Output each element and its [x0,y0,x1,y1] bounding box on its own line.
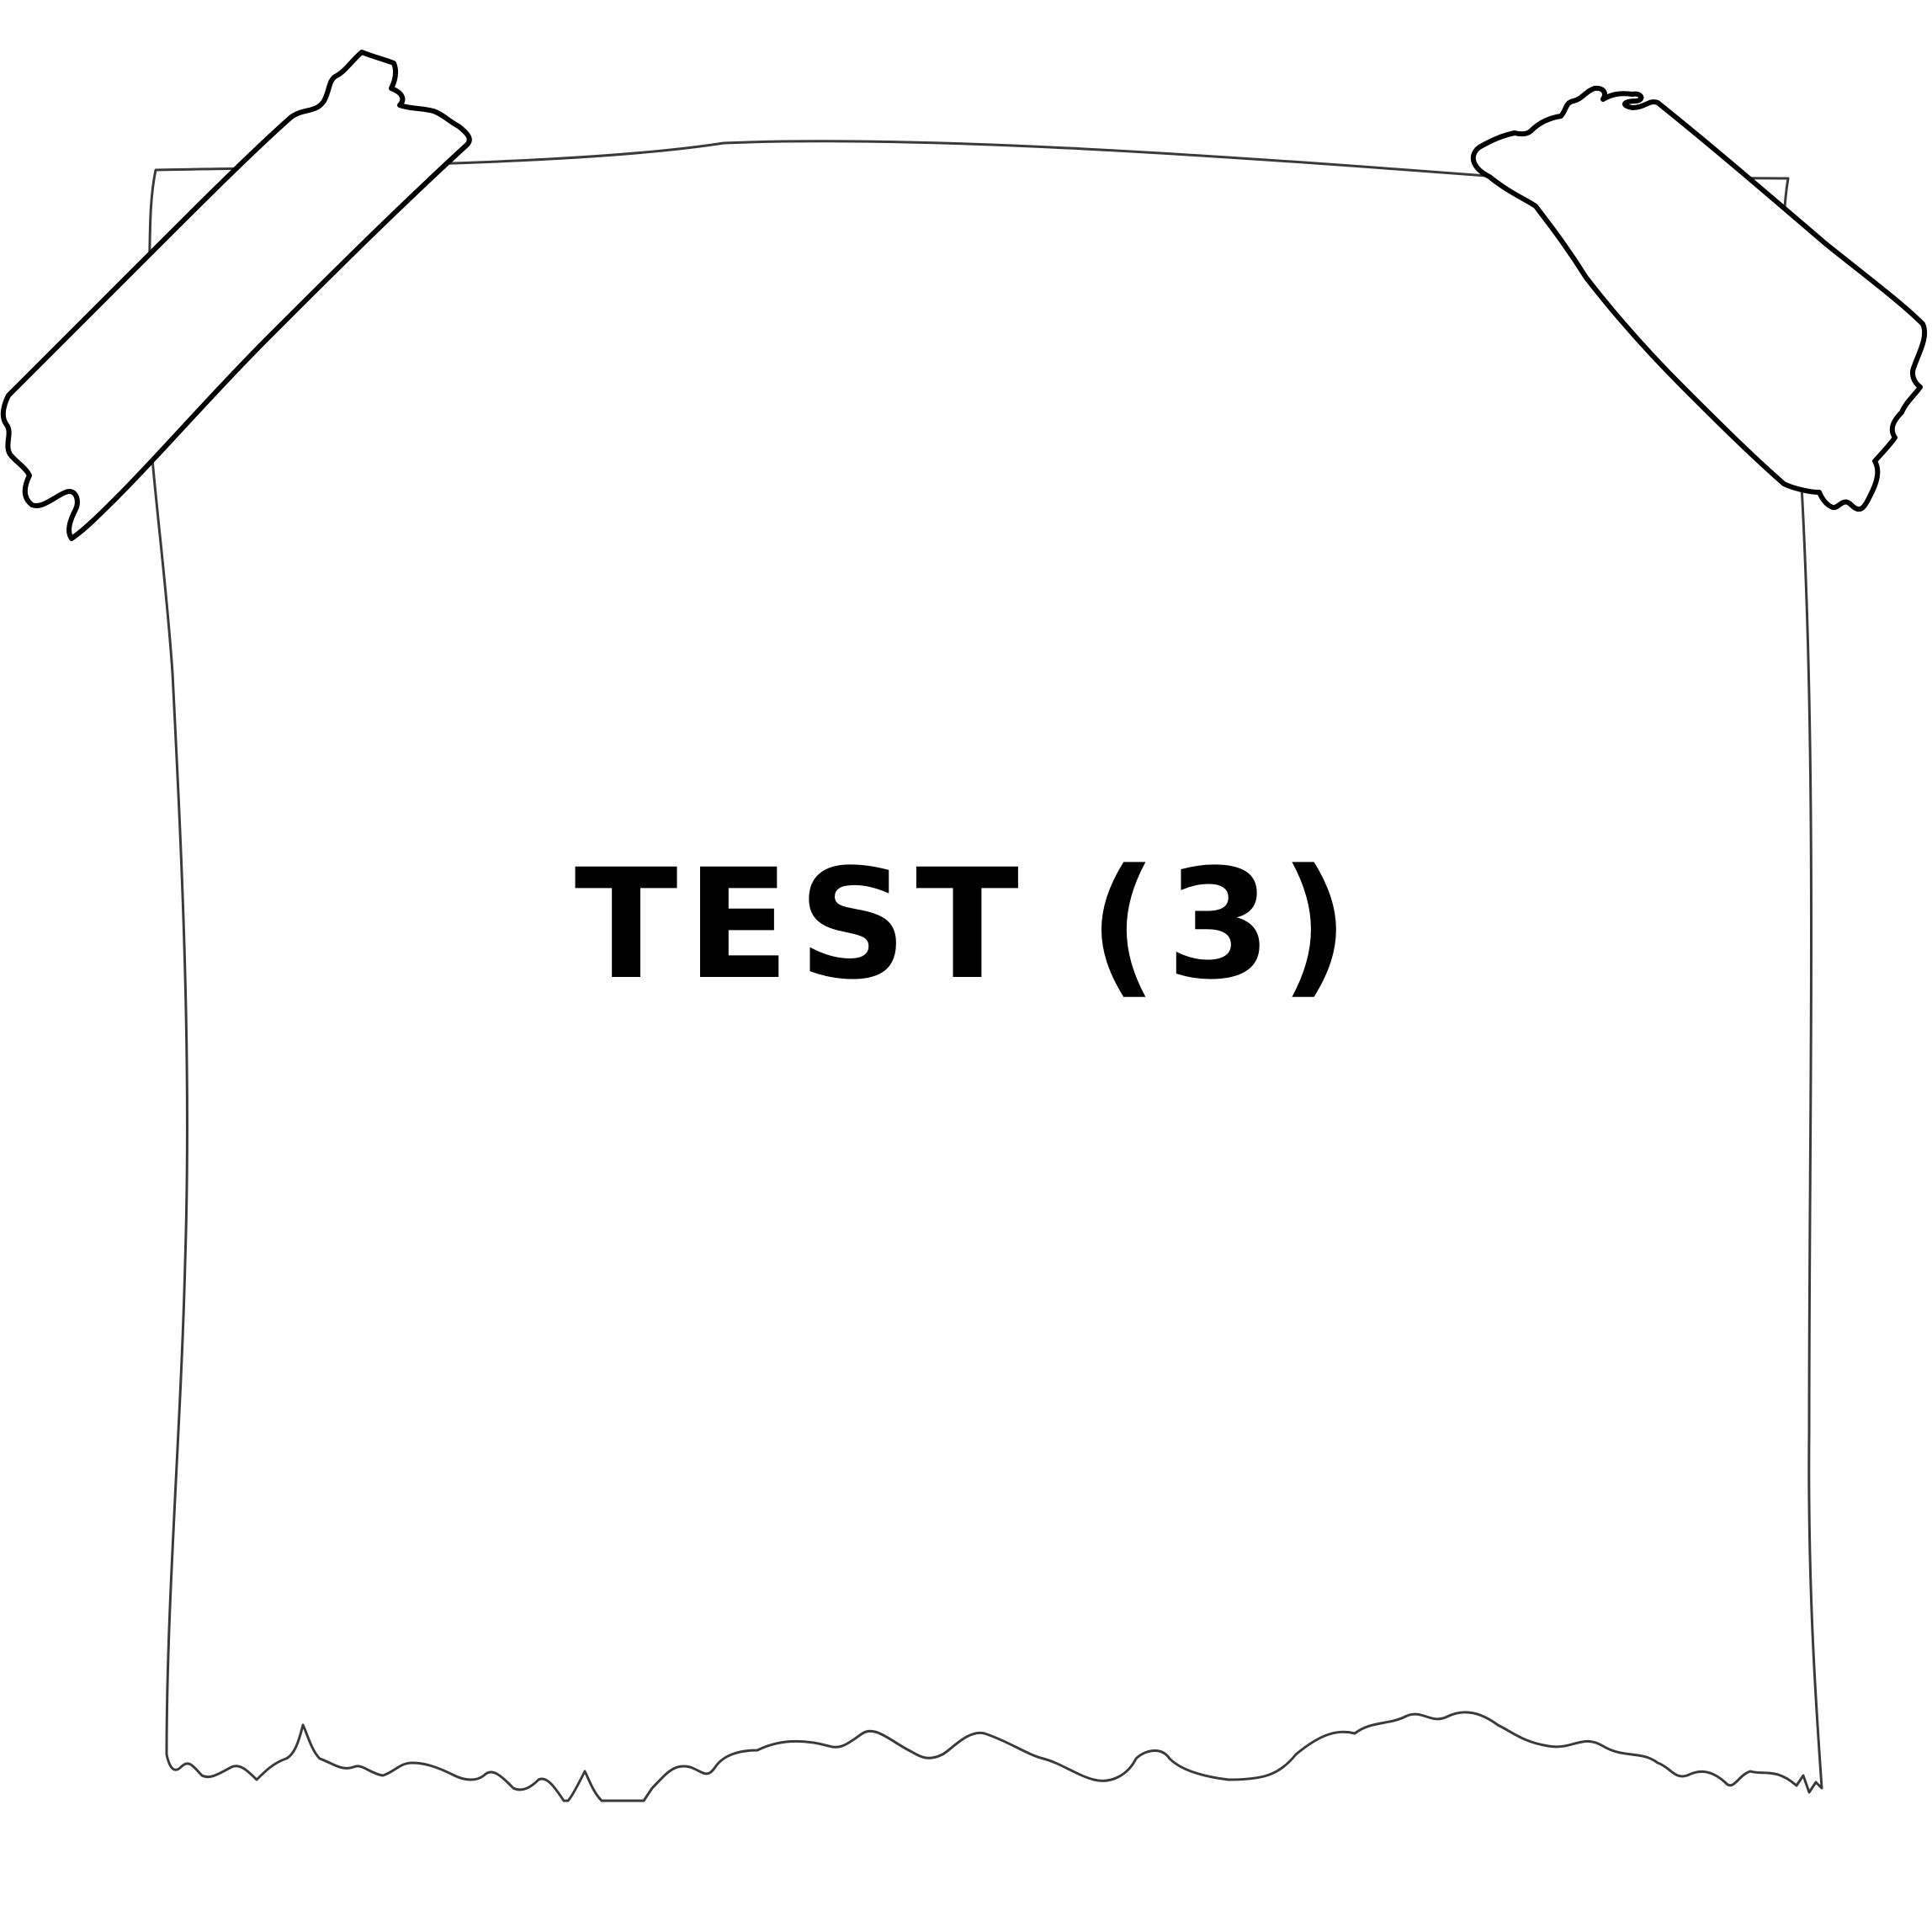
note-title: TEST (3) [574,837,1358,1013]
sticky-note-canvas: TEST (3) [0,0,1932,1932]
